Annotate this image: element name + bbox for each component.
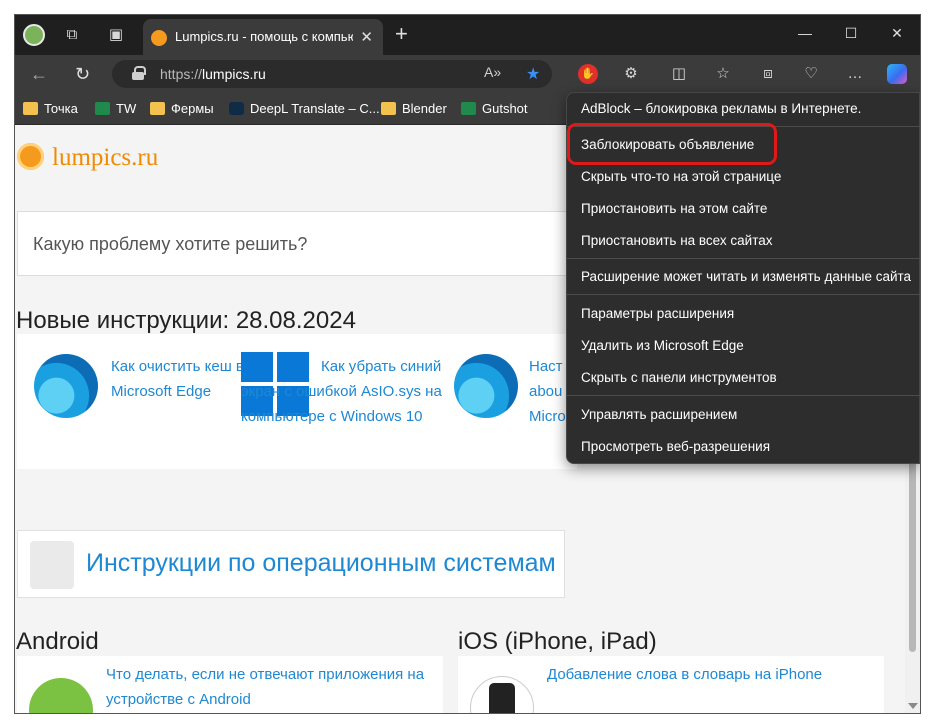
menu-separator [567,395,920,396]
bookmark-gutshot[interactable]: Gutshot [461,100,528,118]
browser-window: ⧉ ▣ Lumpics.ru - помощь с компьюте ✕ + —… [15,15,920,713]
adblock-icon[interactable]: ✋ [578,64,598,84]
address-bar[interactable]: https://lumpics.ru A» ★ [112,60,552,88]
ios-windows-android-icon [30,541,74,589]
copilot-icon[interactable] [887,64,907,84]
more-icon[interactable]: … [845,64,865,84]
bookmark-deepl[interactable]: DeepL Translate – C... [229,100,380,118]
menu-item-hide-toolbar[interactable]: Скрыть с панели инструментов [581,370,920,385]
tab-lumpics[interactable]: Lumpics.ru - помощь с компьюте ✕ [143,19,383,55]
new-tab-icon[interactable]: + [395,23,408,45]
ios-card: Добавление слова в словарь на iPhone [458,656,884,713]
menu-item-hide-something[interactable]: Скрыть что-то на этой странице [581,169,920,184]
article-link[interactable]: Как убрать синий экран с ошибкой AsIO.sy… [241,354,456,429]
menu-item-remove[interactable]: Удалить из Microsoft Edge [581,338,920,353]
bookmark-blender[interactable]: Blender [381,100,447,118]
maximize-icon[interactable]: ☐ [841,25,861,42]
menu-separator [567,294,920,295]
minimize-icon[interactable]: — [795,25,815,41]
new-instructions-title: Новые инструкции: 28.08.2024 [16,307,356,334]
search-placeholder: Какую проблему хотите решить? [33,234,308,254]
menu-item-permissions[interactable]: Просмотреть веб-разрешения [581,439,920,454]
edge-cache-icon[interactable] [34,354,98,418]
folder-icon [23,102,38,115]
tab-strip: ⧉ ▣ Lumpics.ru - помощь с компьюте ✕ + —… [15,15,920,55]
collections-icon[interactable]: ⧈ [758,64,778,84]
menu-item-manage[interactable]: Управлять расширением [581,407,920,422]
lock-icon [132,66,146,80]
tw-icon [95,102,110,115]
menu-item-extension-options[interactable]: Параметры расширения [581,306,920,321]
menu-item-block-ad[interactable]: Заблокировать объявление [581,137,920,152]
menu-header: AdBlock – блокировка рекламы в Интернете… [581,101,862,116]
lumpics-favicon [151,30,167,46]
bookmark-tochka[interactable]: Точка [23,100,78,118]
address-toolbar: ← ↻ https://lumpics.ru A» ★ ✋ ⚙ ◫ ☆ ⧈ ♡ … [15,55,920,93]
android-card: Что делать, если не отвечают приложения … [17,656,443,713]
article-link[interactable]: Что делать, если не отвечают приложения … [106,662,441,712]
gutshot-icon [461,102,476,115]
new-articles-row: Как очистить кеш в Microsoft Edge Как уб… [17,334,577,469]
iphone-icon[interactable] [470,676,534,713]
read-aloud-icon[interactable]: A» [484,64,501,80]
extensions-icon[interactable]: ⚙ [621,64,641,84]
profile-avatar[interactable] [23,24,45,46]
android-heading: Android [16,628,99,655]
tab-actions-icon[interactable]: ▣ [107,26,125,44]
deepl-icon [229,102,244,115]
folder-icon [150,102,165,115]
bookmark-tw[interactable]: TW [95,100,136,118]
workspaces-icon[interactable]: ⧉ [63,26,81,44]
refresh-icon[interactable]: ↻ [75,65,90,83]
menu-item-site-access[interactable]: Расширение может читать и изменять данны… [581,269,920,284]
back-icon[interactable]: ← [30,65,48,83]
os-instructions-title: Инструкции по операционным системам [86,549,556,577]
adblock-context-menu: AdBlock – блокировка рекламы в Интернете… [566,92,920,464]
close-window-icon[interactable]: ✕ [887,25,907,42]
lumpics-logo-icon[interactable] [17,143,44,170]
scroll-down-icon[interactable] [908,703,918,709]
edge-settings-icon[interactable] [454,354,518,418]
favorite-star-icon[interactable]: ★ [526,64,540,84]
url-text[interactable]: https://lumpics.ru [160,66,266,82]
article-link[interactable]: Как очистить кеш в Microsoft Edge [111,354,246,404]
ios-heading: iOS (iPhone, iPad) [458,628,657,655]
article-link[interactable]: Добавление слова в словарь на iPhone [547,662,882,687]
folder-icon [381,102,396,115]
bookmark-fermy[interactable]: Фермы [150,100,214,118]
tab-title: Lumpics.ru - помощь с компьюте [175,29,353,44]
menu-item-pause-site[interactable]: Приостановить на этом сайте [581,201,920,216]
close-tab-icon[interactable]: ✕ [360,28,373,46]
split-screen-icon[interactable]: ◫ [669,64,689,84]
search-input[interactable]: Какую проблему хотите решить? [17,211,577,276]
android-icon[interactable] [29,678,93,713]
os-instructions-banner[interactable]: Инструкции по операционным системам [17,530,565,598]
menu-separator [567,258,920,259]
browser-essentials-icon[interactable]: ♡ [801,64,821,84]
site-logo[interactable]: lumpics.ru [52,144,158,172]
menu-item-pause-all[interactable]: Приостановить на всех сайтах [581,233,920,248]
favorites-icon[interactable]: ☆ [713,64,733,84]
